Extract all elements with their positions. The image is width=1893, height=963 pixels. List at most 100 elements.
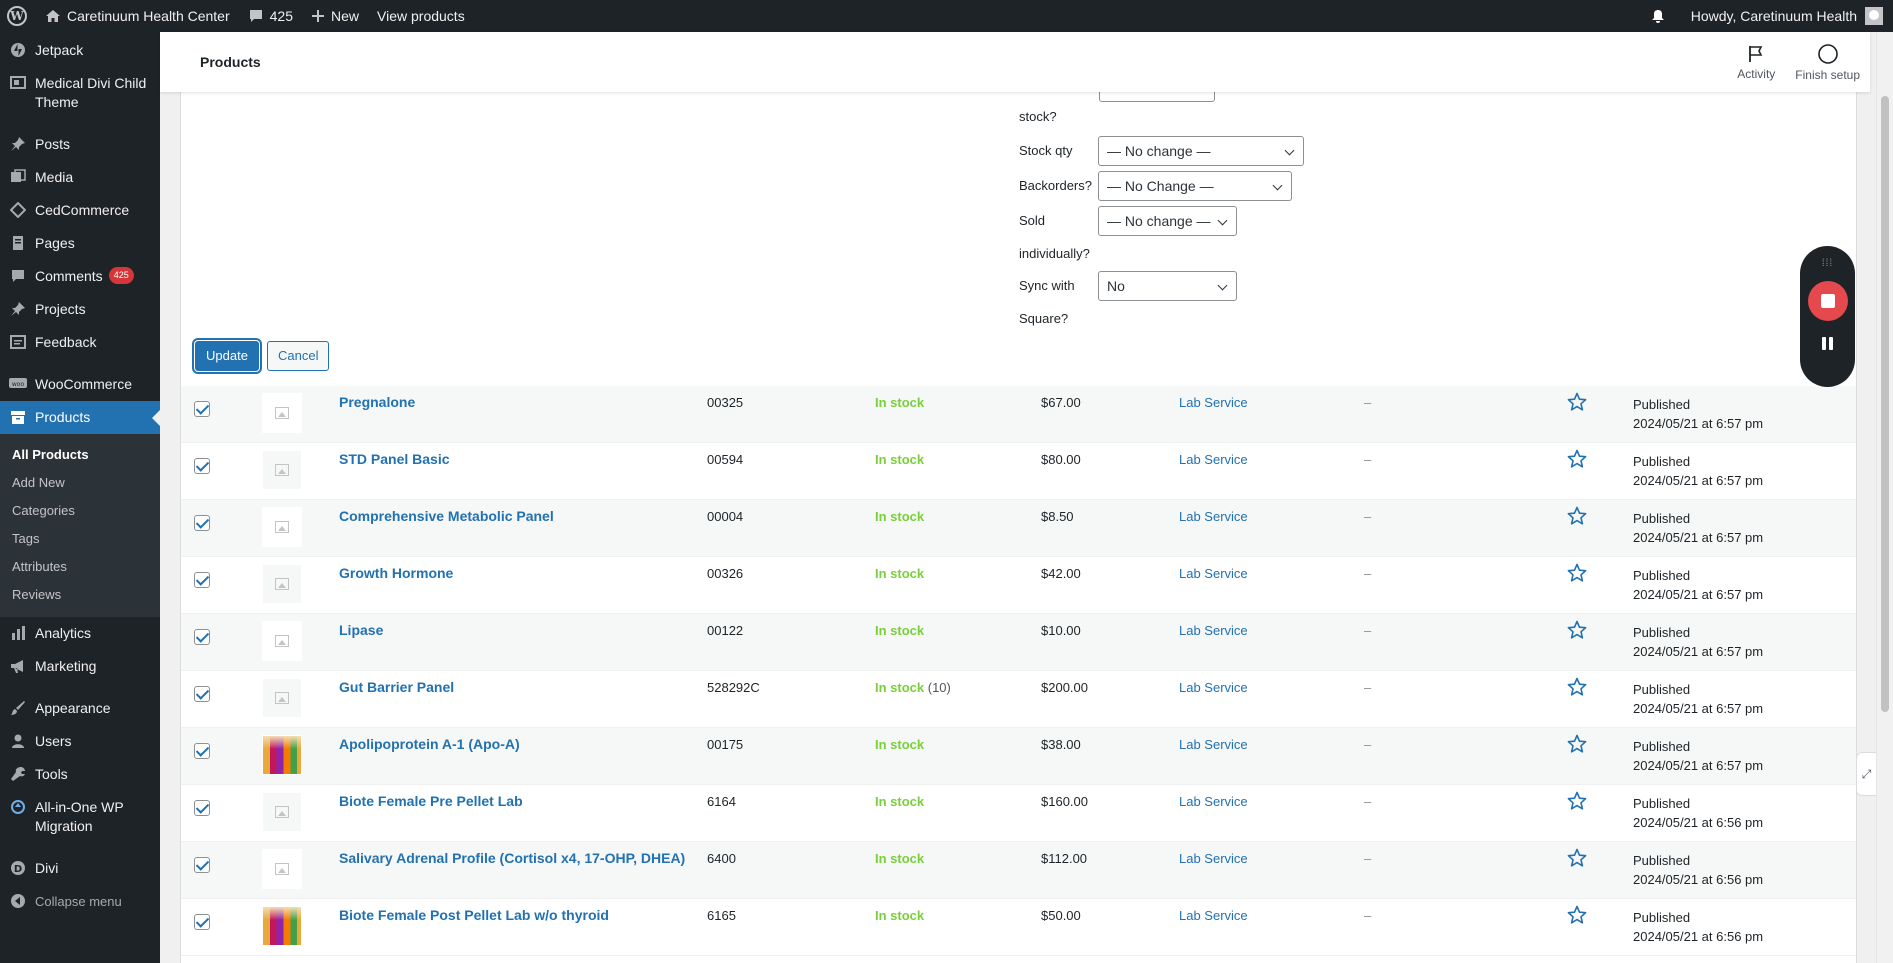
product-category-link[interactable]: Lab Service (1179, 395, 1248, 410)
row-checkbox[interactable] (194, 800, 210, 816)
product-date: Published 2024/05/21 at 6:57 pm (1633, 566, 1763, 604)
sidebar-item-woocommerce[interactable]: woo WooCommerce (0, 368, 160, 401)
sidebar-item-tools[interactable]: Tools (0, 758, 160, 791)
featured-star-icon[interactable] (1567, 848, 1587, 871)
sidebar-item-feedback[interactable]: Feedback (0, 326, 160, 359)
product-thumbnail[interactable] (262, 849, 302, 889)
view-products-link[interactable]: View products (368, 0, 474, 32)
product-thumbnail[interactable] (262, 393, 302, 433)
product-category-link[interactable]: Lab Service (1179, 623, 1248, 638)
featured-star-icon[interactable] (1567, 392, 1587, 415)
product-name-link[interactable]: Biote Female Post Pellet Lab w/o thyroid (339, 907, 609, 923)
product-category-link[interactable]: Lab Service (1179, 566, 1248, 581)
row-checkbox[interactable] (194, 401, 210, 417)
row-checkbox[interactable] (194, 515, 210, 531)
scrollbar-thumb[interactable] (1881, 96, 1889, 712)
activity-button[interactable]: Activity (1727, 32, 1785, 92)
submenu-reviews[interactable]: Reviews (0, 581, 160, 609)
product-category-link[interactable]: Lab Service (1179, 908, 1248, 923)
product-name-link[interactable]: Gut Barrier Panel (339, 679, 454, 695)
sold-individually-select[interactable]: — No change — (1098, 206, 1237, 236)
sidebar-item-products[interactable]: Products (0, 401, 160, 434)
submenu-all-products[interactable]: All Products (0, 441, 160, 469)
row-checkbox[interactable] (194, 743, 210, 759)
product-thumbnail[interactable] (262, 507, 302, 547)
page-scrollbar[interactable] (1876, 32, 1893, 963)
sidebar-item-appearance[interactable]: Appearance (0, 692, 160, 725)
sidebar-item-jetpack[interactable]: Jetpack (0, 34, 160, 67)
product-thumbnail[interactable] (262, 450, 302, 490)
sidebar-item-analytics[interactable]: Analytics (0, 617, 160, 650)
pause-button[interactable] (1822, 337, 1833, 350)
featured-star-icon[interactable] (1567, 791, 1587, 814)
backorders-select[interactable]: — No Change — (1098, 171, 1292, 201)
sync-square-select[interactable]: No (1098, 271, 1237, 301)
cancel-button[interactable]: Cancel (267, 341, 330, 371)
row-checkbox[interactable] (194, 857, 210, 873)
product-category-link[interactable]: Lab Service (1179, 452, 1248, 467)
product-thumbnail[interactable] (262, 564, 302, 604)
product-category-link[interactable]: Lab Service (1179, 680, 1248, 695)
featured-star-icon[interactable] (1567, 506, 1587, 529)
submenu-categories[interactable]: Categories (0, 497, 160, 525)
product-sku: 6164 (707, 794, 736, 809)
featured-star-icon[interactable] (1567, 620, 1587, 643)
product-name-link[interactable]: Lipase (339, 622, 383, 638)
row-checkbox[interactable] (194, 572, 210, 588)
featured-star-icon[interactable] (1567, 905, 1587, 928)
row-checkbox[interactable] (194, 458, 210, 474)
site-name: Caretinuum Health Center (67, 8, 230, 24)
sidebar-item-pages[interactable]: Pages (0, 227, 160, 260)
sidebar-item-users[interactable]: Users (0, 725, 160, 758)
row-checkbox[interactable] (194, 914, 210, 930)
product-thumbnail[interactable] (262, 906, 302, 946)
featured-star-icon[interactable] (1567, 734, 1587, 757)
product-name-link[interactable]: STD Panel Basic (339, 451, 450, 467)
sidebar-item-all-in-one-wp-migration[interactable]: All-in-One WP Migration (0, 791, 160, 843)
stop-recording-button[interactable] (1807, 281, 1848, 321)
product-category-link[interactable]: Lab Service (1179, 509, 1248, 524)
product-category-link[interactable]: Lab Service (1179, 794, 1248, 809)
product-name-link[interactable]: Biote Female Pre Pellet Lab (339, 793, 523, 809)
product-thumbnail[interactable] (262, 621, 302, 661)
sidebar-item-divi[interactable]: D Divi (0, 852, 160, 885)
submenu-tags[interactable]: Tags (0, 525, 160, 553)
finish-setup-button[interactable]: Finish setup (1785, 32, 1870, 92)
row-checkbox[interactable] (194, 629, 210, 645)
stock-label: In stock (875, 908, 925, 923)
sidebar-item-projects[interactable]: Projects (0, 293, 160, 326)
sidebar-item-marketing[interactable]: Marketing (0, 650, 160, 683)
product-name-link[interactable]: Comprehensive Metabolic Panel (339, 508, 554, 524)
product-name-link[interactable]: Apolipoprotein A-1 (Apo-A) (339, 736, 520, 752)
comments-link[interactable]: 425 (239, 0, 302, 32)
product-name-link[interactable]: Salivary Adrenal Profile (Cortisol x4, 1… (339, 850, 685, 866)
product-name-link[interactable]: Pregnalone (339, 394, 415, 410)
sidebar-item-cedcommerce[interactable]: CedCommerce (0, 194, 160, 227)
sidebar-item-posts[interactable]: Posts (0, 128, 160, 161)
product-category-link[interactable]: Lab Service (1179, 737, 1248, 752)
product-thumbnail[interactable] (262, 735, 302, 775)
my-account-menu[interactable]: Howdy, Caretinuum Health (1682, 0, 1893, 32)
site-name-link[interactable]: Caretinuum Health Center (36, 0, 239, 32)
product-thumbnail[interactable] (262, 792, 302, 832)
drag-handle-icon[interactable]: ⁞⁞⁞ (1822, 258, 1833, 269)
notifications-button[interactable] (1640, 0, 1682, 32)
submenu-attributes[interactable]: Attributes (0, 553, 160, 581)
sidebar-item-medical-divi-child-theme[interactable]: Medical Divi Child Theme (0, 67, 160, 119)
new-content-menu[interactable]: New (302, 0, 368, 32)
product-thumbnail[interactable] (262, 678, 302, 718)
product-category-link[interactable]: Lab Service (1179, 851, 1248, 866)
product-name-link[interactable]: Growth Hormone (339, 565, 453, 581)
featured-star-icon[interactable] (1567, 677, 1587, 700)
row-checkbox[interactable] (194, 686, 210, 702)
featured-star-icon[interactable] (1567, 449, 1587, 472)
sidebar-item-media[interactable]: Media (0, 161, 160, 194)
stock-qty-select[interactable]: — No change — (1098, 136, 1304, 166)
featured-star-icon[interactable] (1567, 563, 1587, 586)
update-button[interactable]: Update (195, 341, 259, 371)
sidebar-collapse-menu[interactable]: Collapse menu (0, 885, 160, 918)
sidebar-item-comments[interactable]: Comments 425 (0, 260, 160, 293)
submenu-add-new[interactable]: Add New (0, 469, 160, 497)
wordpress-logo-menu[interactable]: W (0, 0, 36, 32)
side-panel-toggle[interactable]: ⤢ (1856, 752, 1876, 796)
